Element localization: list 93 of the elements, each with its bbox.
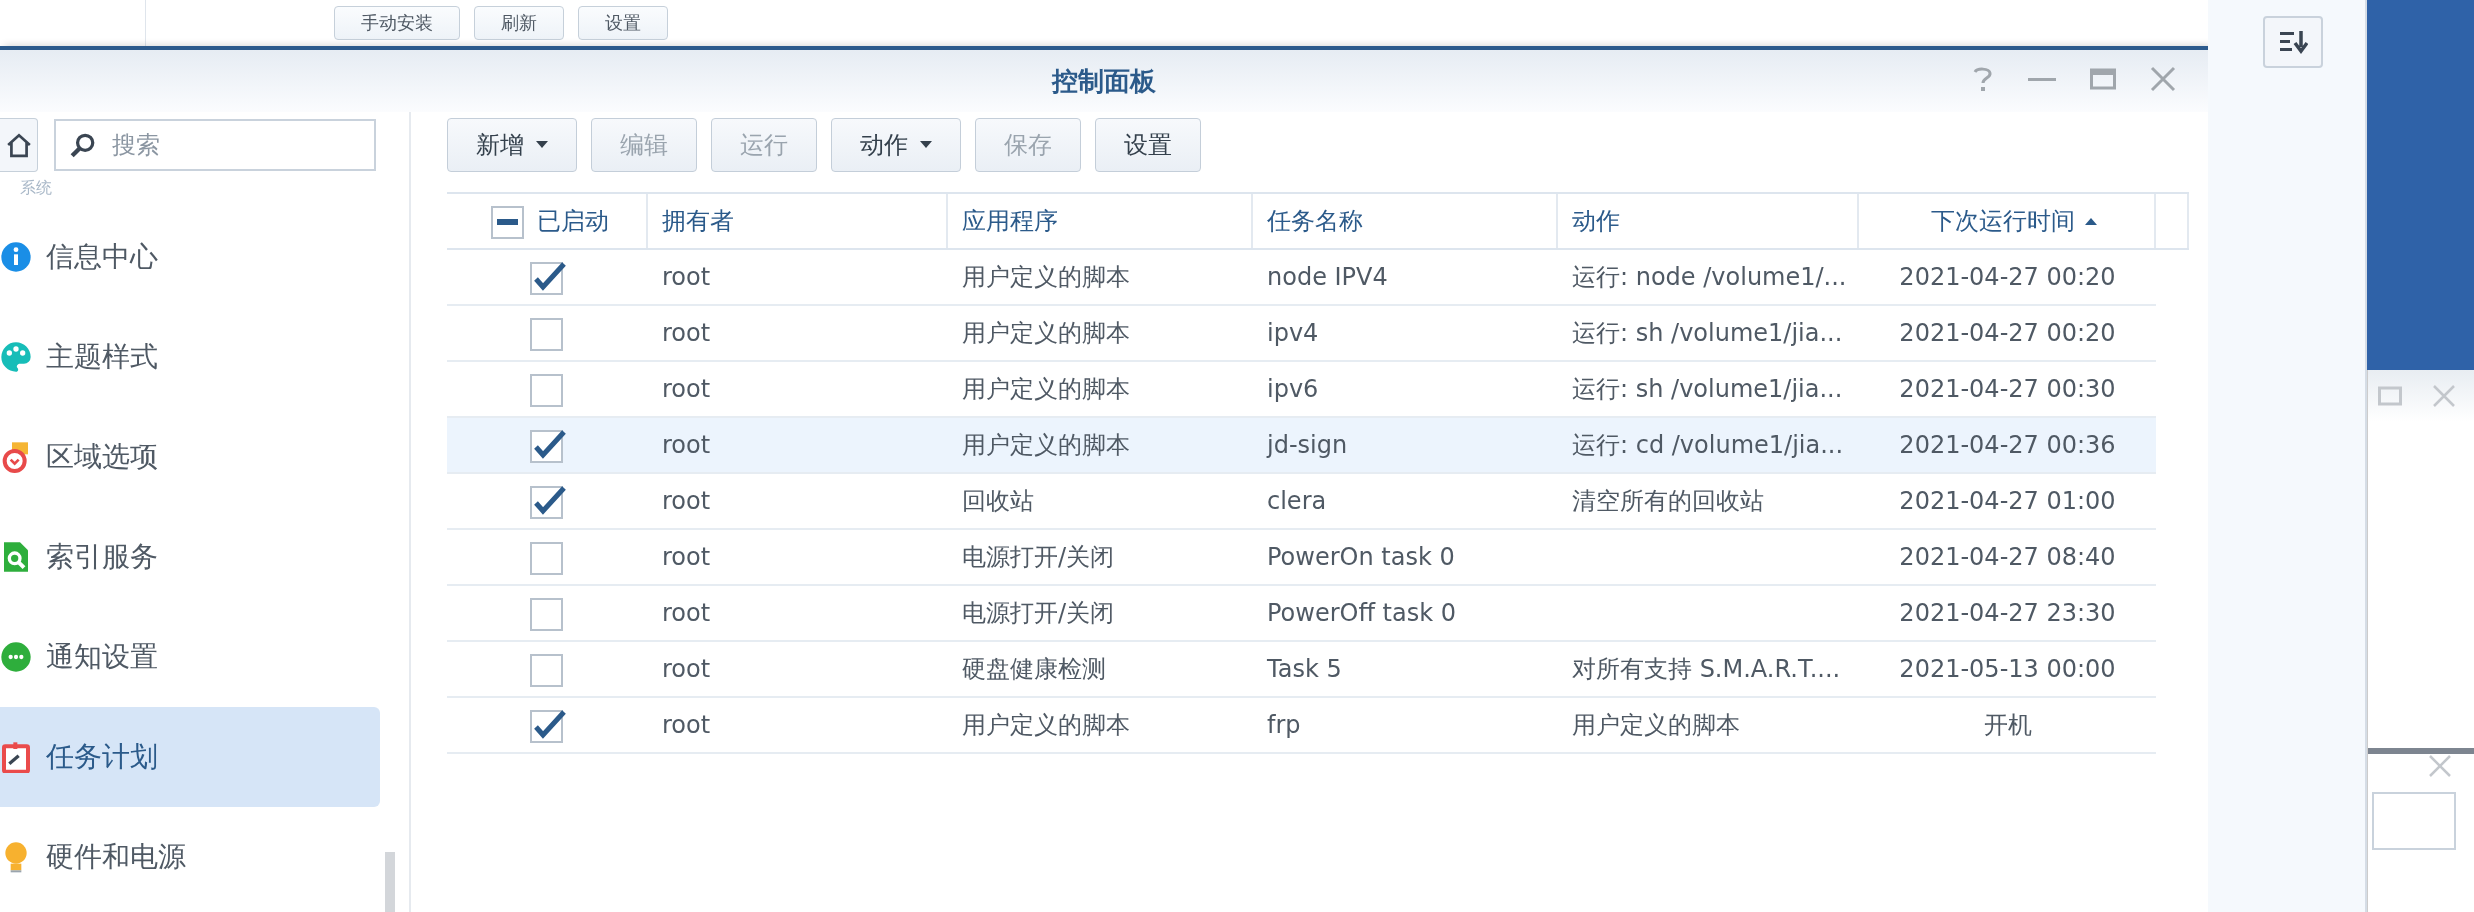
caret-icon	[920, 141, 932, 149]
sidebar-item[interactable]: 主题样式	[0, 307, 380, 407]
close-icon[interactable]	[2150, 66, 2176, 92]
checkbox[interactable]	[529, 483, 566, 519]
close-icon[interactable]	[2432, 384, 2456, 408]
sidebar-item[interactable]: 硬件和电源	[0, 807, 380, 907]
help-icon[interactable]	[1972, 66, 1994, 92]
table-cell-text: 对所有支持 S.M.A.R.T....	[1572, 654, 1841, 685]
table-cell: root	[662, 599, 711, 627]
table-cell: Task 5	[1267, 655, 1342, 683]
table-cell-text: 运行: cd /volume1/jia...	[1572, 430, 1844, 461]
table-cell: root	[662, 655, 711, 683]
search-field[interactable]: 搜索	[54, 119, 376, 171]
table-cell-text: 硬盘健康检测	[962, 654, 1106, 685]
column-header[interactable]: 任务名称	[1253, 194, 1558, 248]
window-title: 控制面板	[1052, 64, 1156, 98]
section-label: 系统	[19, 177, 53, 199]
table-cell: root	[662, 543, 711, 571]
table-cell-text: 电源打开/关闭	[962, 598, 1115, 629]
column-header[interactable]: 下次运行时间	[1859, 194, 2156, 248]
table-cell-text: 运行: node /volume1/...	[1572, 262, 1847, 293]
sidebar-item[interactable]: 任务计划	[0, 707, 380, 807]
checkbox[interactable]	[491, 203, 527, 239]
toolbar-button[interactable]: 设置	[1095, 118, 1201, 172]
table-cell: PowerOn task 0	[1267, 543, 1455, 571]
checkbox[interactable]	[529, 539, 566, 575]
search-icon	[70, 132, 96, 158]
sort-ascending-icon	[2084, 217, 2097, 225]
column-header[interactable]: 应用程序	[948, 194, 1253, 248]
table-cell: root	[662, 431, 711, 459]
background-button[interactable]: 手动安装	[334, 6, 460, 40]
table-cell: 2021-04-27 01:00	[1899, 487, 2116, 515]
table-cell: frp	[1267, 711, 1301, 739]
table-cell: root	[662, 487, 711, 515]
table-cell: 2021-04-27 23:30	[1899, 599, 2116, 627]
toolbar-button[interactable]: 动作	[831, 118, 961, 172]
column-header[interactable]: 已启动	[447, 194, 648, 248]
sort-button[interactable]	[2263, 16, 2323, 68]
sidebar-item[interactable]: 索引服务	[0, 507, 380, 607]
table-cell-text: 回收站	[962, 486, 1034, 517]
table-cell: node IPV4	[1267, 263, 1388, 291]
close-icon[interactable]	[2428, 754, 2452, 778]
table-cell-text: 用户定义的脚本	[962, 262, 1130, 293]
table-cell: ipv6	[1267, 375, 1319, 403]
table-cell: ipv4	[1267, 319, 1319, 347]
table-cell-text: 运行: sh /volume1/jia...	[1572, 374, 1843, 405]
maximize-icon[interactable]	[2378, 385, 2402, 407]
caret-icon	[536, 141, 548, 149]
maximize-icon[interactable]	[2090, 66, 2116, 92]
table-cell: 2021-04-27 08:40	[1899, 543, 2116, 571]
table-cell: 2021-04-27 00:30	[1899, 375, 2116, 403]
sort-icon	[2278, 29, 2308, 55]
table-cell: 2021-04-27 00:20	[1899, 263, 2116, 291]
table-row[interactable]: root 用户定义的脚本 jd-sign 运行: cd /volume1/jia... 2021-04-27 00:36	[447, 418, 2156, 474]
checkbox[interactable]	[529, 707, 566, 743]
table-cell: root	[662, 375, 711, 403]
table-cell-text: 运行: sh /volume1/jia...	[1572, 318, 1843, 349]
table-cell: jd-sign	[1267, 431, 1348, 459]
table-cell-text: 用户定义的脚本	[962, 430, 1130, 461]
checkbox[interactable]	[529, 259, 566, 295]
table-cell-text: 用户定义的脚本	[1572, 710, 1740, 741]
checkbox[interactable]	[529, 315, 566, 351]
home-button[interactable]	[0, 118, 38, 172]
sidebar-item[interactable]: 通知设置	[0, 607, 380, 707]
checkbox[interactable]	[529, 371, 566, 407]
sidebar-item[interactable]: 信息中心	[0, 207, 380, 307]
table-cell: root	[662, 263, 711, 291]
sidebar-item[interactable]: 区域选项	[0, 407, 380, 507]
table-cell: 2021-04-27 00:20	[1899, 319, 2116, 347]
table-cell-text: 用户定义的脚本	[962, 318, 1130, 349]
table-cell: root	[662, 711, 711, 739]
column-header[interactable]: 动作	[1558, 194, 1859, 248]
table-cell: 2021-04-27 00:36	[1899, 431, 2116, 459]
toolbar-button[interactable]: 新增	[447, 118, 577, 172]
checkbox[interactable]	[529, 651, 566, 687]
table-cell-text: 用户定义的脚本	[962, 374, 1130, 405]
calendar-icon	[0, 741, 32, 773]
home-icon	[5, 131, 32, 159]
table-cell: 2021-05-13 00:00	[1899, 655, 2116, 683]
table-cell: PowerOff task 0	[1267, 599, 1457, 627]
table-cell-text: 用户定义的脚本	[962, 710, 1130, 741]
background-button[interactable]: 设置	[578, 6, 668, 40]
scrollbar[interactable]	[385, 852, 395, 912]
background-button[interactable]: 刷新	[474, 6, 564, 40]
checkbox[interactable]	[529, 427, 566, 463]
column-header[interactable]: 拥有者	[648, 194, 948, 248]
table-cell: clera	[1267, 487, 1327, 515]
table-cell-text: 电源打开/关闭	[962, 542, 1115, 573]
input-field[interactable]	[2372, 792, 2456, 850]
table-cell: root	[662, 319, 711, 347]
checkbox[interactable]	[529, 595, 566, 631]
table-cell-text: 开机	[1983, 710, 2032, 741]
table-cell-text: 清空所有的回收站	[1572, 486, 1764, 517]
